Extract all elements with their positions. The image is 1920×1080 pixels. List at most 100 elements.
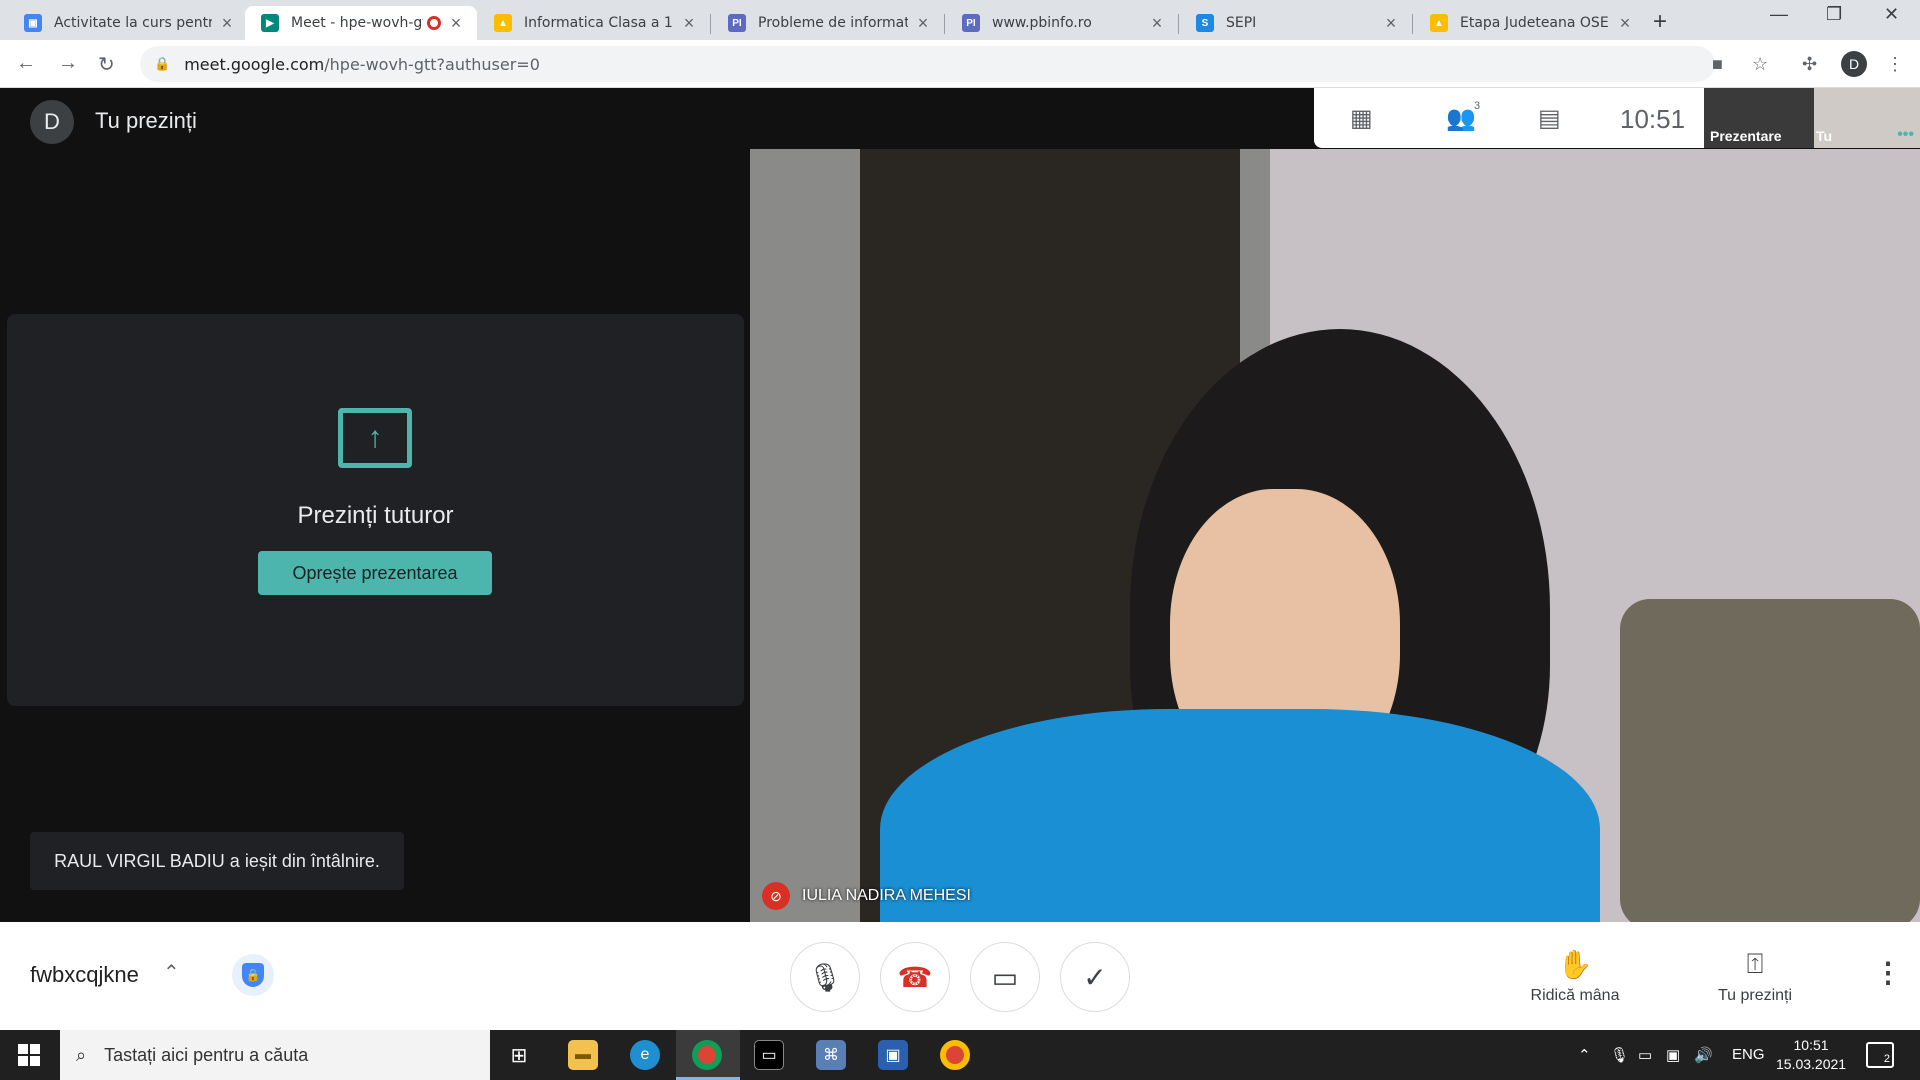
tab-separator — [1412, 14, 1413, 34]
new-tab-button[interactable]: + — [1653, 8, 1667, 36]
self-avatar: D — [30, 100, 74, 144]
host-controls-button[interactable]: 🔒 — [232, 954, 274, 996]
meeting-clock: 10:51 — [1620, 104, 1686, 134]
tab-probleme[interactable]: PI Probleme de informatica × — [712, 6, 944, 40]
present-now-button[interactable]: ⍐ Tu prezinți — [1700, 948, 1810, 1005]
camera-icon: ▭ — [991, 961, 1019, 993]
close-icon[interactable]: × — [914, 13, 932, 34]
terminal-icon[interactable]: ▭ — [754, 1040, 784, 1070]
taskbar-clock[interactable]: 10:51 15.03.2021 — [1776, 1036, 1846, 1074]
tab-separator — [710, 14, 711, 34]
remote-desktop-icon[interactable]: ⌘ — [816, 1040, 846, 1070]
raise-hand-label: Ridică mâna — [1530, 987, 1620, 1004]
close-icon[interactable]: × — [218, 13, 236, 34]
drive-icon: ▲ — [494, 14, 512, 32]
taskbar-date: 15.03.2021 — [1776, 1056, 1847, 1072]
show-hidden-icons[interactable]: ⌃ — [1578, 1046, 1591, 1064]
shield-lock-icon: 🔒 — [242, 963, 264, 987]
classroom-icon: ▣ — [24, 14, 42, 32]
task-view-icon[interactable]: ⊞ — [504, 1040, 534, 1070]
presenting-card-title: Prezinți tuturor — [297, 502, 454, 529]
restore-button[interactable]: ❐ — [1826, 4, 1842, 25]
tab-pbinfo[interactable]: PI www.pbinfo.ro × — [946, 6, 1178, 40]
extensions-icon[interactable]: ✣ — [1802, 54, 1817, 75]
taskbar-search-input[interactable]: ⌕ Tastați aici pentru a căuta — [60, 1030, 490, 1080]
presenting-card: ↑ Prezinți tuturor Oprește prezentarea — [7, 314, 744, 706]
chevron-up-icon[interactable]: ⌃ — [163, 960, 180, 985]
meet-icon: ▶ — [261, 14, 279, 32]
browser-menu-icon[interactable]: ⋮ — [1886, 54, 1904, 75]
meet-stage: D Tu prezinți ↑ Prezinți tuturor Oprește… — [0, 88, 1920, 922]
back-button[interactable]: ← — [16, 52, 36, 75]
url-input[interactable]: 🔒 meet.google.com/hpe-wovh-gtt?authuser=… — [140, 46, 1715, 82]
mic-off-icon: ⊘ — [762, 882, 790, 910]
attendance-check-button[interactable]: ✓ — [1060, 942, 1130, 1012]
participant-shirt — [880, 709, 1600, 922]
windows-taskbar: ⌕ Tastați aici pentru a căuta ⊞ ▬ e ▭ ⌘ … — [0, 1030, 1920, 1080]
present-label: Tu prezinți — [1717, 987, 1793, 1004]
tab-title: Etapa Judeteana OSEPI — [1460, 15, 1610, 31]
participants-count: 3 — [1474, 100, 1481, 112]
tab-sepi[interactable]: S SEPI × — [1180, 6, 1412, 40]
microphone-tray-icon[interactable]: 🎙 — [1610, 1046, 1629, 1064]
file-explorer-icon[interactable]: ▬ — [568, 1040, 598, 1070]
hand-icon: ✋ — [1557, 949, 1593, 980]
tab-title: Probleme de informatica — [758, 15, 908, 31]
stop-presenting-button[interactable]: Oprește prezentarea — [258, 551, 492, 595]
pbinfo-icon: PI — [962, 14, 980, 32]
tab-etapa-judeteana[interactable]: ▲ Etapa Judeteana OSEPI × — [1414, 6, 1646, 40]
chat-icon[interactable]: ▤ — [1538, 104, 1561, 133]
url-path: /hpe-wovh-gtt?authuser=0 — [324, 54, 540, 74]
close-icon[interactable]: × — [447, 13, 465, 34]
video-background-pillow — [1620, 599, 1920, 922]
close-icon[interactable]: × — [680, 13, 698, 34]
camera-in-use-icon[interactable]: ■ — [1712, 54, 1723, 75]
volume-icon[interactable]: 🔊 — [1694, 1046, 1713, 1064]
presenting-title: Tu prezinți — [95, 108, 197, 133]
camera-button[interactable]: ▭ — [970, 942, 1040, 1012]
reload-button[interactable]: ↻ — [98, 52, 115, 77]
floppy-save-icon[interactable]: ▣ — [878, 1040, 908, 1070]
tab-separator — [1178, 14, 1179, 34]
language-indicator[interactable]: ENG — [1732, 1046, 1765, 1063]
sepi-icon: S — [1196, 14, 1214, 32]
edge-icon[interactable]: e — [630, 1040, 660, 1070]
battery-icon[interactable]: ▭ — [1638, 1046, 1652, 1064]
profile-avatar[interactable]: D — [1841, 51, 1867, 77]
recording-icon — [427, 16, 441, 30]
microphone-button[interactable]: 🎙 — [790, 942, 860, 1012]
drive-icon: ▲ — [1430, 14, 1448, 32]
tab-drive-informatica[interactable]: ▲ Informatica Clasa a 11A × — [478, 6, 710, 40]
end-call-button[interactable]: ☎ — [880, 942, 950, 1012]
close-icon[interactable]: × — [1148, 13, 1166, 34]
minimize-button[interactable]: — — [1770, 4, 1788, 25]
participants-icon[interactable]: 👥 — [1446, 104, 1476, 133]
raise-hand-button[interactable]: ✋ Ridică mâna — [1520, 948, 1630, 1005]
microphone-icon: 🎙 — [807, 961, 843, 993]
chrome-icon[interactable] — [940, 1040, 970, 1070]
tab-meet[interactable]: ▶ Meet - hpe-wovh-gtt × — [245, 6, 477, 40]
close-icon[interactable]: × — [1382, 13, 1400, 34]
forward-button[interactable]: → — [58, 52, 78, 75]
layout-grid-icon[interactable]: ▦ — [1350, 104, 1373, 133]
network-icon[interactable]: ▣ — [1666, 1046, 1680, 1064]
participant-left-toast: RAUL VIRGIL BADIU a ieșit din întâlnire. — [30, 832, 404, 890]
tab-title: www.pbinfo.ro — [992, 15, 1092, 31]
chrome-icon[interactable] — [692, 1040, 722, 1070]
self-label: Tu — [1816, 128, 1833, 144]
close-window-button[interactable]: ✕ — [1884, 4, 1899, 25]
close-icon[interactable]: × — [1616, 13, 1634, 34]
participant-video[interactable]: ⊘ IULIA NADIRA MEHESI — [750, 149, 1920, 922]
more-options-icon[interactable]: ⋮ — [1874, 956, 1902, 989]
participant-name-tag: ⊘ IULIA NADIRA MEHESI — [762, 882, 971, 910]
windows-start-icon[interactable] — [18, 1044, 40, 1066]
participant-name: IULIA NADIRA MEHESI — [802, 887, 971, 904]
more-options-icon[interactable]: ••• — [1897, 126, 1914, 144]
pbinfo-icon: PI — [728, 14, 746, 32]
tab-classroom[interactable]: ▣ Activitate la curs pentru × — [8, 6, 248, 40]
notifications-icon[interactable]: 2 — [1866, 1042, 1894, 1068]
self-preview-tile[interactable]: Prezentare Tu ••• — [1704, 88, 1920, 148]
meeting-code[interactable]: fwbxcqjkne — [30, 962, 139, 988]
bookmark-star-icon[interactable]: ☆ — [1752, 54, 1768, 75]
presentation-label: Prezentare — [1710, 128, 1782, 144]
